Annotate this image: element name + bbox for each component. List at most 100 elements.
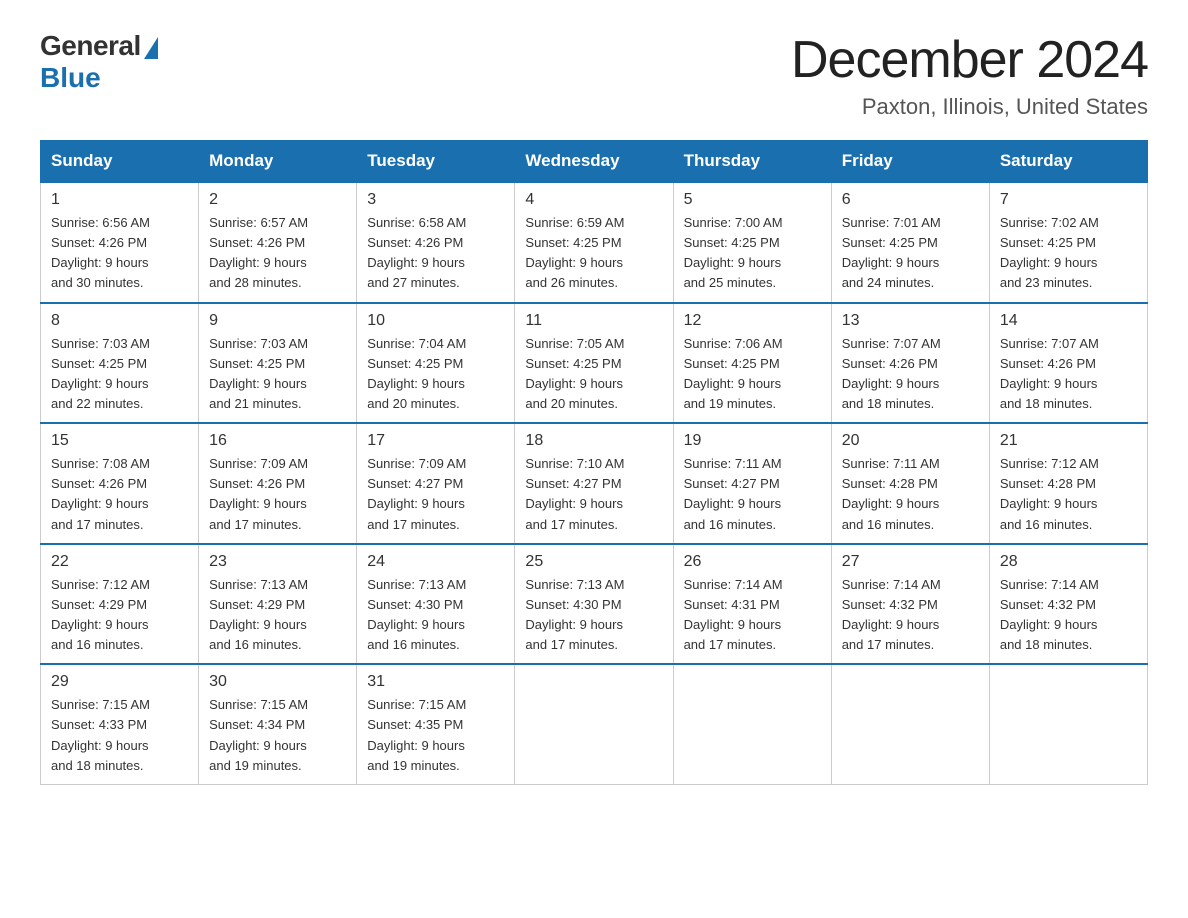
week-row-5: 29 Sunrise: 7:15 AMSunset: 4:33 PMDayligh… <box>41 664 1148 784</box>
calendar-cell <box>831 664 989 784</box>
month-title: December 2024 <box>791 30 1148 90</box>
header-cell-friday: Friday <box>831 141 989 183</box>
day-info: Sunrise: 7:12 AMSunset: 4:28 PMDaylight:… <box>1000 454 1137 535</box>
day-info: Sunrise: 7:13 AMSunset: 4:30 PMDaylight:… <box>525 575 662 656</box>
calendar-cell <box>989 664 1147 784</box>
day-info: Sunrise: 7:10 AMSunset: 4:27 PMDaylight:… <box>525 454 662 535</box>
day-number: 2 <box>209 191 346 209</box>
day-info: Sunrise: 7:05 AMSunset: 4:25 PMDaylight:… <box>525 334 662 415</box>
day-number: 14 <box>1000 312 1137 330</box>
day-info: Sunrise: 7:01 AMSunset: 4:25 PMDaylight:… <box>842 213 979 294</box>
day-info: Sunrise: 7:15 AMSunset: 4:35 PMDaylight:… <box>367 695 504 776</box>
day-info: Sunrise: 7:07 AMSunset: 4:26 PMDaylight:… <box>1000 334 1137 415</box>
title-area: December 2024 Paxton, Illinois, United S… <box>791 30 1148 120</box>
day-info: Sunrise: 7:14 AMSunset: 4:32 PMDaylight:… <box>1000 575 1137 656</box>
day-number: 28 <box>1000 553 1137 571</box>
calendar-cell: 18 Sunrise: 7:10 AMSunset: 4:27 PMDayligh… <box>515 423 673 544</box>
day-info: Sunrise: 7:08 AMSunset: 4:26 PMDaylight:… <box>51 454 188 535</box>
calendar-cell: 4 Sunrise: 6:59 AMSunset: 4:25 PMDaylight… <box>515 182 673 303</box>
day-info: Sunrise: 7:09 AMSunset: 4:26 PMDaylight:… <box>209 454 346 535</box>
calendar-cell: 24 Sunrise: 7:13 AMSunset: 4:30 PMDayligh… <box>357 544 515 665</box>
calendar-cell: 6 Sunrise: 7:01 AMSunset: 4:25 PMDaylight… <box>831 182 989 303</box>
day-number: 24 <box>367 553 504 571</box>
calendar-table: SundayMondayTuesdayWednesdayThursdayFrid… <box>40 140 1148 785</box>
day-number: 18 <box>525 432 662 450</box>
calendar-cell: 2 Sunrise: 6:57 AMSunset: 4:26 PMDaylight… <box>199 182 357 303</box>
day-number: 7 <box>1000 191 1137 209</box>
logo: General Blue <box>40 30 158 94</box>
calendar-cell: 16 Sunrise: 7:09 AMSunset: 4:26 PMDayligh… <box>199 423 357 544</box>
calendar-cell: 5Sunrise: 7:00 AMSunset: 4:25 PMDaylight… <box>673 182 831 303</box>
day-info: Sunrise: 7:09 AMSunset: 4:27 PMDaylight:… <box>367 454 504 535</box>
day-info: Sunrise: 6:57 AMSunset: 4:26 PMDaylight:… <box>209 213 346 294</box>
day-number: 16 <box>209 432 346 450</box>
day-info: Sunrise: 7:12 AMSunset: 4:29 PMDaylight:… <box>51 575 188 656</box>
week-row-4: 22 Sunrise: 7:12 AMSunset: 4:29 PMDayligh… <box>41 544 1148 665</box>
calendar-cell: 25 Sunrise: 7:13 AMSunset: 4:30 PMDayligh… <box>515 544 673 665</box>
calendar-cell: 27Sunrise: 7:14 AMSunset: 4:32 PMDayligh… <box>831 544 989 665</box>
calendar-cell: 31 Sunrise: 7:15 AMSunset: 4:35 PMDayligh… <box>357 664 515 784</box>
day-number: 4 <box>525 191 662 209</box>
day-number: 22 <box>51 553 188 571</box>
day-number: 13 <box>842 312 979 330</box>
calendar-cell: 19 Sunrise: 7:11 AMSunset: 4:27 PMDayligh… <box>673 423 831 544</box>
page-header: General Blue December 2024 Paxton, Illin… <box>40 30 1148 120</box>
day-number: 25 <box>525 553 662 571</box>
calendar-cell: 8 Sunrise: 7:03 AMSunset: 4:25 PMDaylight… <box>41 303 199 424</box>
calendar-header: SundayMondayTuesdayWednesdayThursdayFrid… <box>41 141 1148 183</box>
day-number: 26 <box>684 553 821 571</box>
calendar-cell: 1 Sunrise: 6:56 AMSunset: 4:26 PMDaylight… <box>41 182 199 303</box>
day-number: 3 <box>367 191 504 209</box>
day-number: 27 <box>842 553 979 571</box>
calendar-body: 1 Sunrise: 6:56 AMSunset: 4:26 PMDaylight… <box>41 182 1148 784</box>
calendar-cell: 23Sunrise: 7:13 AMSunset: 4:29 PMDayligh… <box>199 544 357 665</box>
day-info: Sunrise: 7:15 AMSunset: 4:33 PMDaylight:… <box>51 695 188 776</box>
day-info: Sunrise: 6:59 AMSunset: 4:25 PMDaylight:… <box>525 213 662 294</box>
day-number: 31 <box>367 673 504 691</box>
week-row-2: 8 Sunrise: 7:03 AMSunset: 4:25 PMDaylight… <box>41 303 1148 424</box>
calendar-cell: 21Sunrise: 7:12 AMSunset: 4:28 PMDayligh… <box>989 423 1147 544</box>
calendar-cell: 20Sunrise: 7:11 AMSunset: 4:28 PMDayligh… <box>831 423 989 544</box>
day-number: 9 <box>209 312 346 330</box>
calendar-cell: 29 Sunrise: 7:15 AMSunset: 4:33 PMDayligh… <box>41 664 199 784</box>
day-number: 29 <box>51 673 188 691</box>
day-info: Sunrise: 7:11 AMSunset: 4:28 PMDaylight:… <box>842 454 979 535</box>
calendar-cell: 11Sunrise: 7:05 AMSunset: 4:25 PMDayligh… <box>515 303 673 424</box>
day-number: 19 <box>684 432 821 450</box>
day-info: Sunrise: 7:03 AMSunset: 4:25 PMDaylight:… <box>209 334 346 415</box>
day-info: Sunrise: 7:06 AMSunset: 4:25 PMDaylight:… <box>684 334 821 415</box>
day-info: Sunrise: 7:13 AMSunset: 4:30 PMDaylight:… <box>367 575 504 656</box>
logo-blue-text: Blue <box>40 62 101 94</box>
day-number: 15 <box>51 432 188 450</box>
calendar-cell: 3Sunrise: 6:58 AMSunset: 4:26 PMDaylight… <box>357 182 515 303</box>
header-cell-wednesday: Wednesday <box>515 141 673 183</box>
day-info: Sunrise: 7:11 AMSunset: 4:27 PMDaylight:… <box>684 454 821 535</box>
day-info: Sunrise: 6:56 AMSunset: 4:26 PMDaylight:… <box>51 213 188 294</box>
calendar-cell: 10 Sunrise: 7:04 AMSunset: 4:25 PMDayligh… <box>357 303 515 424</box>
day-number: 10 <box>367 312 504 330</box>
logo-triangle-icon <box>144 37 158 59</box>
calendar-cell: 15 Sunrise: 7:08 AMSunset: 4:26 PMDayligh… <box>41 423 199 544</box>
calendar-cell: 9 Sunrise: 7:03 AMSunset: 4:25 PMDaylight… <box>199 303 357 424</box>
day-info: Sunrise: 7:03 AMSunset: 4:25 PMDaylight:… <box>51 334 188 415</box>
calendar-cell <box>515 664 673 784</box>
day-number: 6 <box>842 191 979 209</box>
day-info: Sunrise: 7:04 AMSunset: 4:25 PMDaylight:… <box>367 334 504 415</box>
calendar-cell: 22 Sunrise: 7:12 AMSunset: 4:29 PMDayligh… <box>41 544 199 665</box>
header-cell-monday: Monday <box>199 141 357 183</box>
week-row-1: 1 Sunrise: 6:56 AMSunset: 4:26 PMDaylight… <box>41 182 1148 303</box>
calendar-cell: 7 Sunrise: 7:02 AMSunset: 4:25 PMDaylight… <box>989 182 1147 303</box>
calendar-cell: 28 Sunrise: 7:14 AMSunset: 4:32 PMDayligh… <box>989 544 1147 665</box>
header-cell-saturday: Saturday <box>989 141 1147 183</box>
calendar-cell: 17Sunrise: 7:09 AMSunset: 4:27 PMDayligh… <box>357 423 515 544</box>
header-cell-sunday: Sunday <box>41 141 199 183</box>
day-number: 1 <box>51 191 188 209</box>
day-info: Sunrise: 7:07 AMSunset: 4:26 PMDaylight:… <box>842 334 979 415</box>
day-info: Sunrise: 7:02 AMSunset: 4:25 PMDaylight:… <box>1000 213 1137 294</box>
calendar-cell: 14 Sunrise: 7:07 AMSunset: 4:26 PMDayligh… <box>989 303 1147 424</box>
calendar-cell: 13 Sunrise: 7:07 AMSunset: 4:26 PMDayligh… <box>831 303 989 424</box>
day-number: 8 <box>51 312 188 330</box>
location-title: Paxton, Illinois, United States <box>791 94 1148 120</box>
header-cell-tuesday: Tuesday <box>357 141 515 183</box>
day-info: Sunrise: 7:00 AMSunset: 4:25 PMDaylight:… <box>684 213 821 294</box>
